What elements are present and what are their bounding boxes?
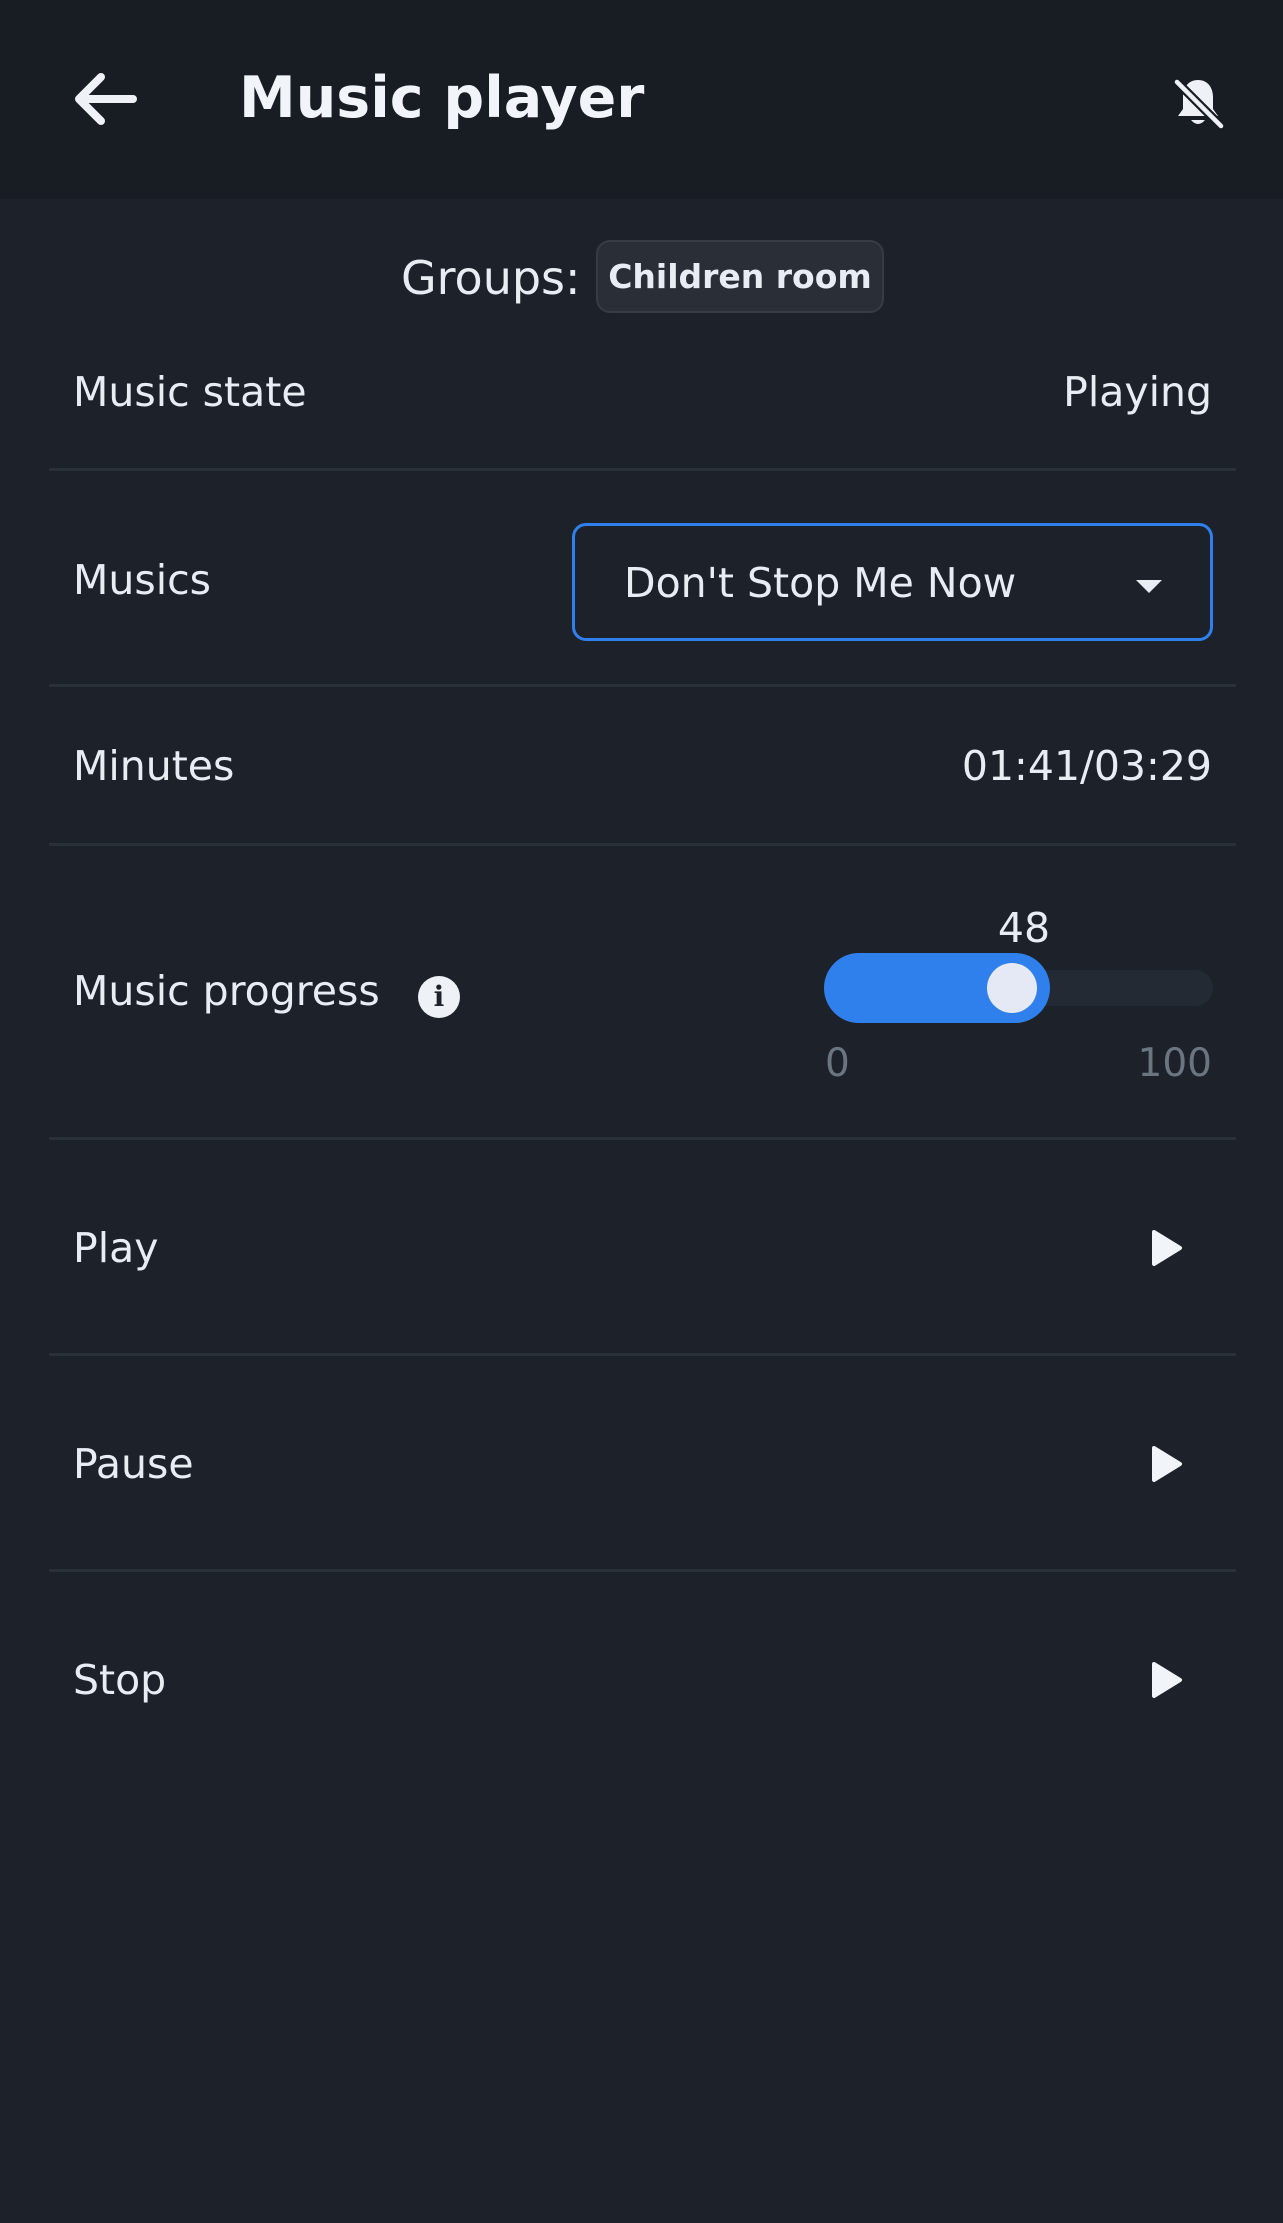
groups-label: Groups: bbox=[401, 251, 581, 305]
music-progress-row: Music progress i 48 0 100 bbox=[49, 846, 1236, 1140]
music-select[interactable]: Don't Stop Me Now bbox=[572, 523, 1213, 641]
minutes-row: Minutes 01:41/03:29 bbox=[49, 687, 1236, 846]
stop-button[interactable] bbox=[1136, 1650, 1196, 1710]
play-row[interactable]: Play bbox=[49, 1140, 1236, 1356]
slider-value: 48 bbox=[997, 904, 1051, 952]
stop-label: Stop bbox=[73, 1656, 167, 1704]
music-progress-label: Music progress bbox=[73, 967, 380, 1015]
music-state-label: Music state bbox=[73, 368, 307, 416]
arrow-left-icon bbox=[75, 73, 137, 125]
pause-button[interactable] bbox=[1136, 1434, 1196, 1494]
slider-min: 0 bbox=[825, 1041, 850, 1086]
minutes-value: 01:41/03:29 bbox=[961, 742, 1212, 790]
caret-down-icon bbox=[1136, 580, 1162, 593]
group-chip-children-room[interactable]: Children room bbox=[596, 240, 884, 313]
music-progress-slider[interactable] bbox=[824, 953, 1213, 1023]
groups-section: Groups: Children room bbox=[0, 240, 1283, 316]
play-icon bbox=[1152, 1446, 1182, 1482]
pause-row[interactable]: Pause bbox=[49, 1356, 1236, 1572]
musics-row: Musics Don't Stop Me Now bbox=[49, 471, 1236, 687]
music-state-value: Playing bbox=[1063, 368, 1212, 416]
musics-label: Musics bbox=[73, 556, 212, 604]
music-select-value: Don't Stop Me Now bbox=[624, 559, 1017, 607]
bell-off-icon bbox=[1172, 77, 1226, 131]
play-icon bbox=[1152, 1662, 1182, 1698]
notifications-button[interactable] bbox=[1160, 64, 1236, 140]
play-icon bbox=[1152, 1230, 1182, 1266]
play-label: Play bbox=[73, 1224, 159, 1272]
minutes-label: Minutes bbox=[73, 742, 235, 790]
app-header: Music player bbox=[0, 0, 1283, 199]
page-title: Music player bbox=[239, 65, 645, 131]
stop-row[interactable]: Stop bbox=[49, 1572, 1236, 1788]
back-button[interactable] bbox=[62, 56, 148, 142]
pause-label: Pause bbox=[73, 1440, 194, 1488]
music-state-row: Music state Playing bbox=[49, 355, 1236, 471]
info-icon[interactable]: i bbox=[418, 976, 460, 1018]
slider-max: 100 bbox=[1137, 1041, 1212, 1086]
play-button[interactable] bbox=[1136, 1218, 1196, 1278]
slider-thumb[interactable] bbox=[986, 963, 1037, 1013]
